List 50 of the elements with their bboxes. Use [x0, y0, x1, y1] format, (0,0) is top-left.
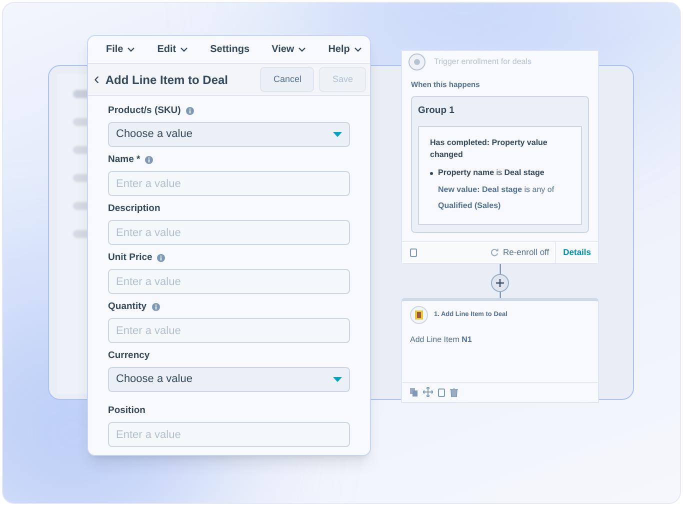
- menu-item[interactable]: Settings: [210, 42, 250, 57]
- menu-item[interactable]: View: [272, 42, 306, 57]
- cancel-button[interactable]: Cancel: [260, 66, 314, 92]
- add-step-button[interactable]: [491, 274, 509, 292]
- refresh-icon: [490, 248, 499, 256]
- condition-value: New value: Deal stage is any of Qualified (Sales): [437, 184, 556, 212]
- app-logo-icon: [410, 306, 428, 324]
- details-link[interactable]: Details: [555, 242, 598, 262]
- dropdown-caret-icon: [333, 132, 342, 137]
- field-label: Currency: [108, 348, 150, 363]
- menu-item[interactable]: Help: [328, 42, 362, 57]
- dropdown-caret-icon: [333, 377, 342, 382]
- select-field[interactable]: Choose a value: [108, 122, 350, 147]
- condition-text: Has completed: Property value changed: [430, 136, 548, 160]
- back-button[interactable]: ‹: [92, 68, 102, 92]
- field-label: Unit Price: [108, 250, 152, 265]
- info-icon: [186, 107, 194, 115]
- group-title: Group 1: [418, 104, 456, 118]
- select-field[interactable]: Choose a value: [108, 367, 350, 392]
- copy-icon[interactable]: [410, 388, 418, 396]
- caret-icon: [354, 47, 362, 52]
- reenroll-status: Re-enroll off: [502, 246, 550, 258]
- input-field[interactable]: Enter a value: [108, 422, 350, 447]
- input-field[interactable]: Enter a value: [108, 220, 350, 245]
- input-field[interactable]: Enter a value: [108, 171, 350, 196]
- field-label: Name *: [108, 152, 140, 167]
- caret-icon: [127, 47, 136, 52]
- condition-rule: Property name is Deal stage: [438, 166, 544, 178]
- caret-icon: [180, 47, 188, 52]
- clipboard-icon[interactable]: [410, 248, 417, 256]
- field-label: Product/s (SKU): [108, 104, 181, 118]
- trigger-icon: [408, 53, 426, 71]
- trash-icon[interactable]: [450, 388, 458, 396]
- bullet-icon: [430, 172, 433, 174]
- info-icon: [157, 254, 166, 262]
- move-icon[interactable]: [423, 387, 433, 397]
- field-label: Quantity: [108, 300, 147, 314]
- menu-item[interactable]: Edit: [157, 42, 188, 57]
- info-icon: [145, 156, 154, 164]
- menu-item[interactable]: File: [106, 42, 136, 57]
- field-label: Position: [108, 404, 146, 418]
- caret-icon: [298, 47, 306, 52]
- clipboard-icon[interactable]: [438, 388, 445, 396]
- field-label: Description: [108, 202, 160, 216]
- info-icon: [152, 303, 160, 311]
- form-title: Add Line Item to Deal: [105, 72, 230, 88]
- input-field[interactable]: Enter a value: [108, 269, 350, 294]
- trigger-title: Trigger enrollment for deals: [434, 56, 532, 68]
- input-field[interactable]: Enter a value: [108, 318, 350, 343]
- action-description: Add Line Item N1: [409, 334, 473, 346]
